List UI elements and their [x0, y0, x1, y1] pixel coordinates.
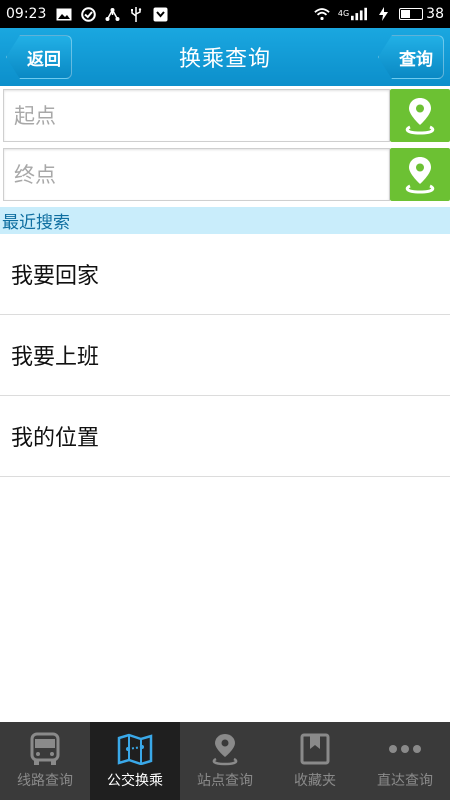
- page-title: 换乘查询: [178, 47, 271, 72]
- image-notification-icon: [56, 7, 72, 21]
- tab-route-query[interactable]: 线路查询: [0, 722, 90, 800]
- notification-icons: [56, 6, 168, 22]
- status-right: 4G 38: [314, 6, 444, 22]
- app-screen: 09:23 4G 38 返回 换乘查询 查询 起点 终点 最近搜索 我要回家 我…: [0, 0, 450, 800]
- start-input[interactable]: [14, 103, 389, 128]
- status-bar: 09:23 4G 38: [0, 0, 450, 28]
- shield-download-icon: [152, 7, 168, 21]
- tab-label: 直达查询: [377, 773, 433, 789]
- map-icon: [117, 732, 153, 766]
- tab-label: 站点查询: [197, 773, 253, 789]
- start-location-button[interactable]: [390, 89, 450, 142]
- start-row: [3, 89, 450, 142]
- tab-stop-query[interactable]: 站点查询: [180, 722, 270, 800]
- status-time: 09:23: [6, 6, 47, 22]
- wifi-icon: [314, 7, 330, 21]
- recent-searches-header: 最近搜索: [0, 207, 450, 234]
- battery-indicator: 38: [399, 6, 444, 22]
- bookmark-icon: [297, 732, 333, 766]
- recent-searches-list: 我要回家 我要上班 我的位置: [0, 234, 450, 477]
- recent-item-go-home[interactable]: 我要回家: [0, 234, 450, 315]
- location-pin-icon: [405, 156, 435, 194]
- more-icon: [387, 732, 423, 766]
- bottom-tab-bar: 线路查询 公交换乘 站点查询 收藏夹 直达查询: [0, 722, 450, 800]
- recent-item-go-work[interactable]: 我要上班: [0, 315, 450, 396]
- usb-icon: [128, 6, 144, 22]
- battery-icon: [399, 8, 424, 20]
- tab-label: 收藏夹: [294, 773, 336, 789]
- tab-direct-query[interactable]: 直达查询: [360, 722, 450, 800]
- signal-icon: [351, 7, 368, 21]
- bus-icon: [27, 732, 63, 766]
- recent-item-my-location[interactable]: 我的位置: [0, 396, 450, 477]
- charging-icon: [375, 7, 391, 21]
- end-location-button[interactable]: [390, 148, 450, 201]
- location-pin-icon: [405, 97, 435, 135]
- network-type: 4G: [337, 9, 350, 18]
- back-button[interactable]: 返回: [6, 35, 72, 79]
- tab-favorites[interactable]: 收藏夹: [270, 722, 360, 800]
- tab-label: 线路查询: [17, 773, 73, 789]
- end-field-box: [3, 148, 390, 201]
- end-row: [3, 148, 450, 201]
- battery-percent: 38: [426, 6, 444, 22]
- title-bar: 返回 换乘查询 查询: [0, 28, 450, 86]
- end-input[interactable]: [14, 162, 389, 187]
- query-button[interactable]: 查询: [378, 35, 444, 79]
- share-network-icon: [104, 7, 120, 21]
- check-circle-icon: [80, 6, 96, 22]
- tab-label: 公交换乘: [107, 773, 163, 789]
- tab-bus-transfer[interactable]: 公交换乘: [90, 722, 180, 800]
- start-field-box: [3, 89, 390, 142]
- location-pin-icon: [207, 732, 243, 766]
